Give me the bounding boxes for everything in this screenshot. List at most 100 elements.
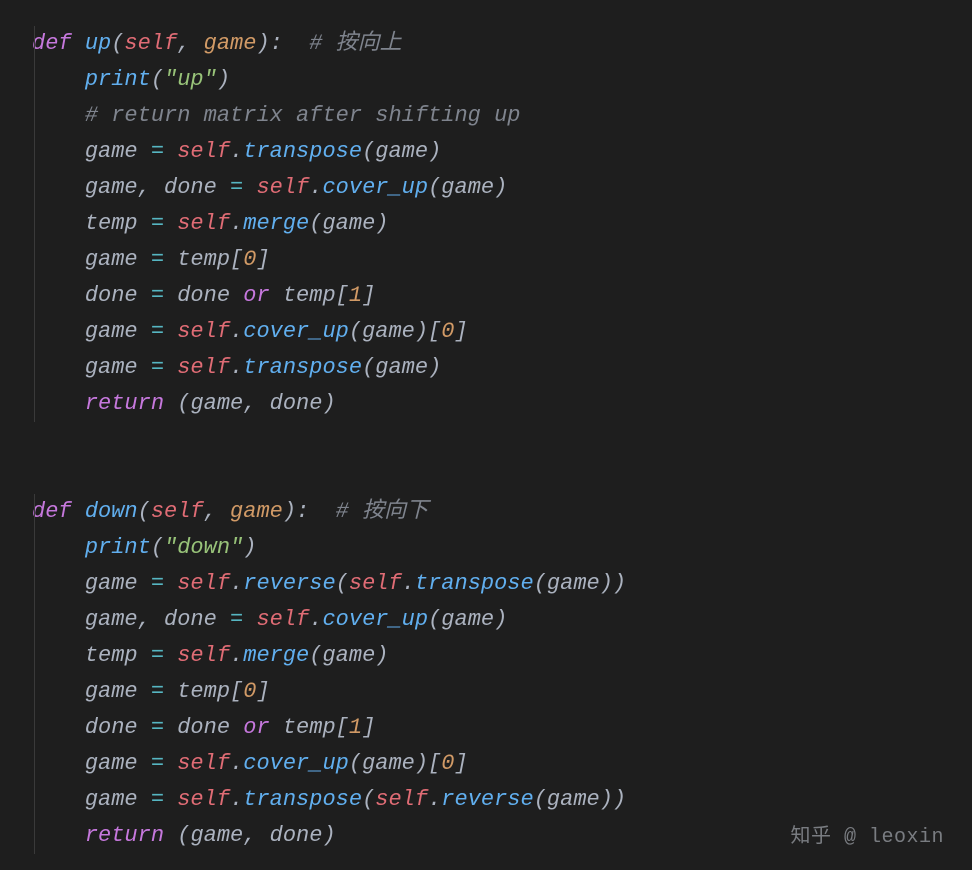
- code-token: (: [534, 571, 547, 596]
- code-line: [0, 458, 972, 494]
- code-token: temp: [85, 643, 151, 668]
- code-token: transpose: [243, 139, 362, 164]
- code-token: ]: [256, 247, 269, 272]
- code-token: .: [230, 751, 243, 776]
- code-token: ,: [138, 175, 164, 200]
- code-token: 0: [243, 247, 256, 272]
- code-token: done: [270, 823, 323, 848]
- code-token: 0: [243, 679, 256, 704]
- code-token: ): [494, 607, 507, 632]
- code-token: =: [151, 319, 164, 344]
- code-token: game: [362, 751, 415, 776]
- code-token: )): [600, 571, 626, 596]
- code-token: game: [85, 751, 151, 776]
- code-line: temp = self.merge(game): [0, 206, 972, 242]
- code-token: ,: [177, 31, 203, 56]
- code-token: .: [230, 211, 243, 236]
- code-token: .: [230, 355, 243, 380]
- code-token: game: [441, 607, 494, 632]
- code-line: done = done or temp[1]: [0, 278, 972, 314]
- code-line: game, done = self.cover_up(game): [0, 602, 972, 638]
- code-token: ): [494, 175, 507, 200]
- code-token: game: [190, 391, 243, 416]
- code-token: done: [164, 715, 243, 740]
- code-token: =: [151, 571, 164, 596]
- code-line: game = self.transpose(game): [0, 350, 972, 386]
- code-token: done: [270, 391, 323, 416]
- code-token: ]: [362, 715, 375, 740]
- code-token: =: [151, 751, 164, 776]
- code-token: (: [336, 571, 349, 596]
- code-token: (: [534, 787, 547, 812]
- code-token: [164, 571, 177, 596]
- code-token: # return matrix after shifting up: [85, 103, 521, 128]
- code-block: def up(self, game): # 按向上 print("up") # …: [0, 26, 972, 854]
- code-token: )[: [415, 319, 441, 344]
- code-token: return: [85, 823, 164, 848]
- code-token: .: [402, 571, 415, 596]
- code-token: game: [547, 571, 600, 596]
- code-token: ]: [362, 283, 375, 308]
- code-token: [: [230, 247, 243, 272]
- code-token: game: [85, 607, 138, 632]
- code-token: self: [151, 499, 204, 524]
- code-token: cover_up: [322, 175, 428, 200]
- code-token: (: [362, 139, 375, 164]
- code-token: game: [375, 355, 428, 380]
- code-token: =: [151, 283, 164, 308]
- code-token: up: [85, 31, 111, 56]
- code-token: self: [177, 319, 230, 344]
- code-token: self: [177, 787, 230, 812]
- code-token: temp: [270, 715, 336, 740]
- code-token: [: [336, 715, 349, 740]
- code-token: =: [151, 715, 164, 740]
- code-token: .: [230, 787, 243, 812]
- code-token: .: [230, 319, 243, 344]
- code-line: game = self.transpose(self.reverse(game)…: [0, 782, 972, 818]
- code-token: cover_up: [243, 319, 349, 344]
- code-token: self: [177, 571, 230, 596]
- code-line: game = temp[0]: [0, 674, 972, 710]
- code-token: game: [85, 247, 151, 272]
- code-token: [164, 211, 177, 236]
- code-token: (: [428, 607, 441, 632]
- code-token: 0: [441, 319, 454, 344]
- code-token: =: [151, 355, 164, 380]
- code-token: [164, 643, 177, 668]
- code-line: done = done or temp[1]: [0, 710, 972, 746]
- code-token: (: [309, 643, 322, 668]
- code-token: (: [177, 823, 190, 848]
- code-token: game: [85, 175, 138, 200]
- code-token: (: [111, 31, 124, 56]
- code-token: [: [230, 679, 243, 704]
- code-token: =: [230, 175, 243, 200]
- code-token: =: [151, 643, 164, 668]
- code-token: temp: [164, 679, 230, 704]
- code-token: temp: [164, 247, 230, 272]
- code-token: ): [428, 355, 441, 380]
- code-token: =: [151, 247, 164, 272]
- code-line: def down(self, game): # 按向下: [0, 494, 972, 530]
- code-token: game: [441, 175, 494, 200]
- code-token: (: [428, 175, 441, 200]
- code-line: def up(self, game): # 按向上: [0, 26, 972, 62]
- code-token: def: [32, 499, 72, 524]
- code-token: )): [600, 787, 626, 812]
- code-token: self: [124, 31, 177, 56]
- code-token: reverse: [441, 787, 533, 812]
- code-token: .: [230, 571, 243, 596]
- code-token: done: [164, 607, 230, 632]
- code-token: transpose: [415, 571, 534, 596]
- code-line: return (game, done): [0, 386, 972, 422]
- code-token: # 按向下: [336, 499, 428, 524]
- code-token: self: [177, 643, 230, 668]
- code-token: game: [322, 211, 375, 236]
- code-token: [164, 751, 177, 776]
- code-token: )[: [415, 751, 441, 776]
- code-token: =: [151, 679, 164, 704]
- code-token: temp: [85, 211, 151, 236]
- code-line: game = self.reverse(self.transpose(game)…: [0, 566, 972, 602]
- code-token: done: [164, 175, 230, 200]
- code-token: self: [256, 607, 309, 632]
- code-token: self: [177, 211, 230, 236]
